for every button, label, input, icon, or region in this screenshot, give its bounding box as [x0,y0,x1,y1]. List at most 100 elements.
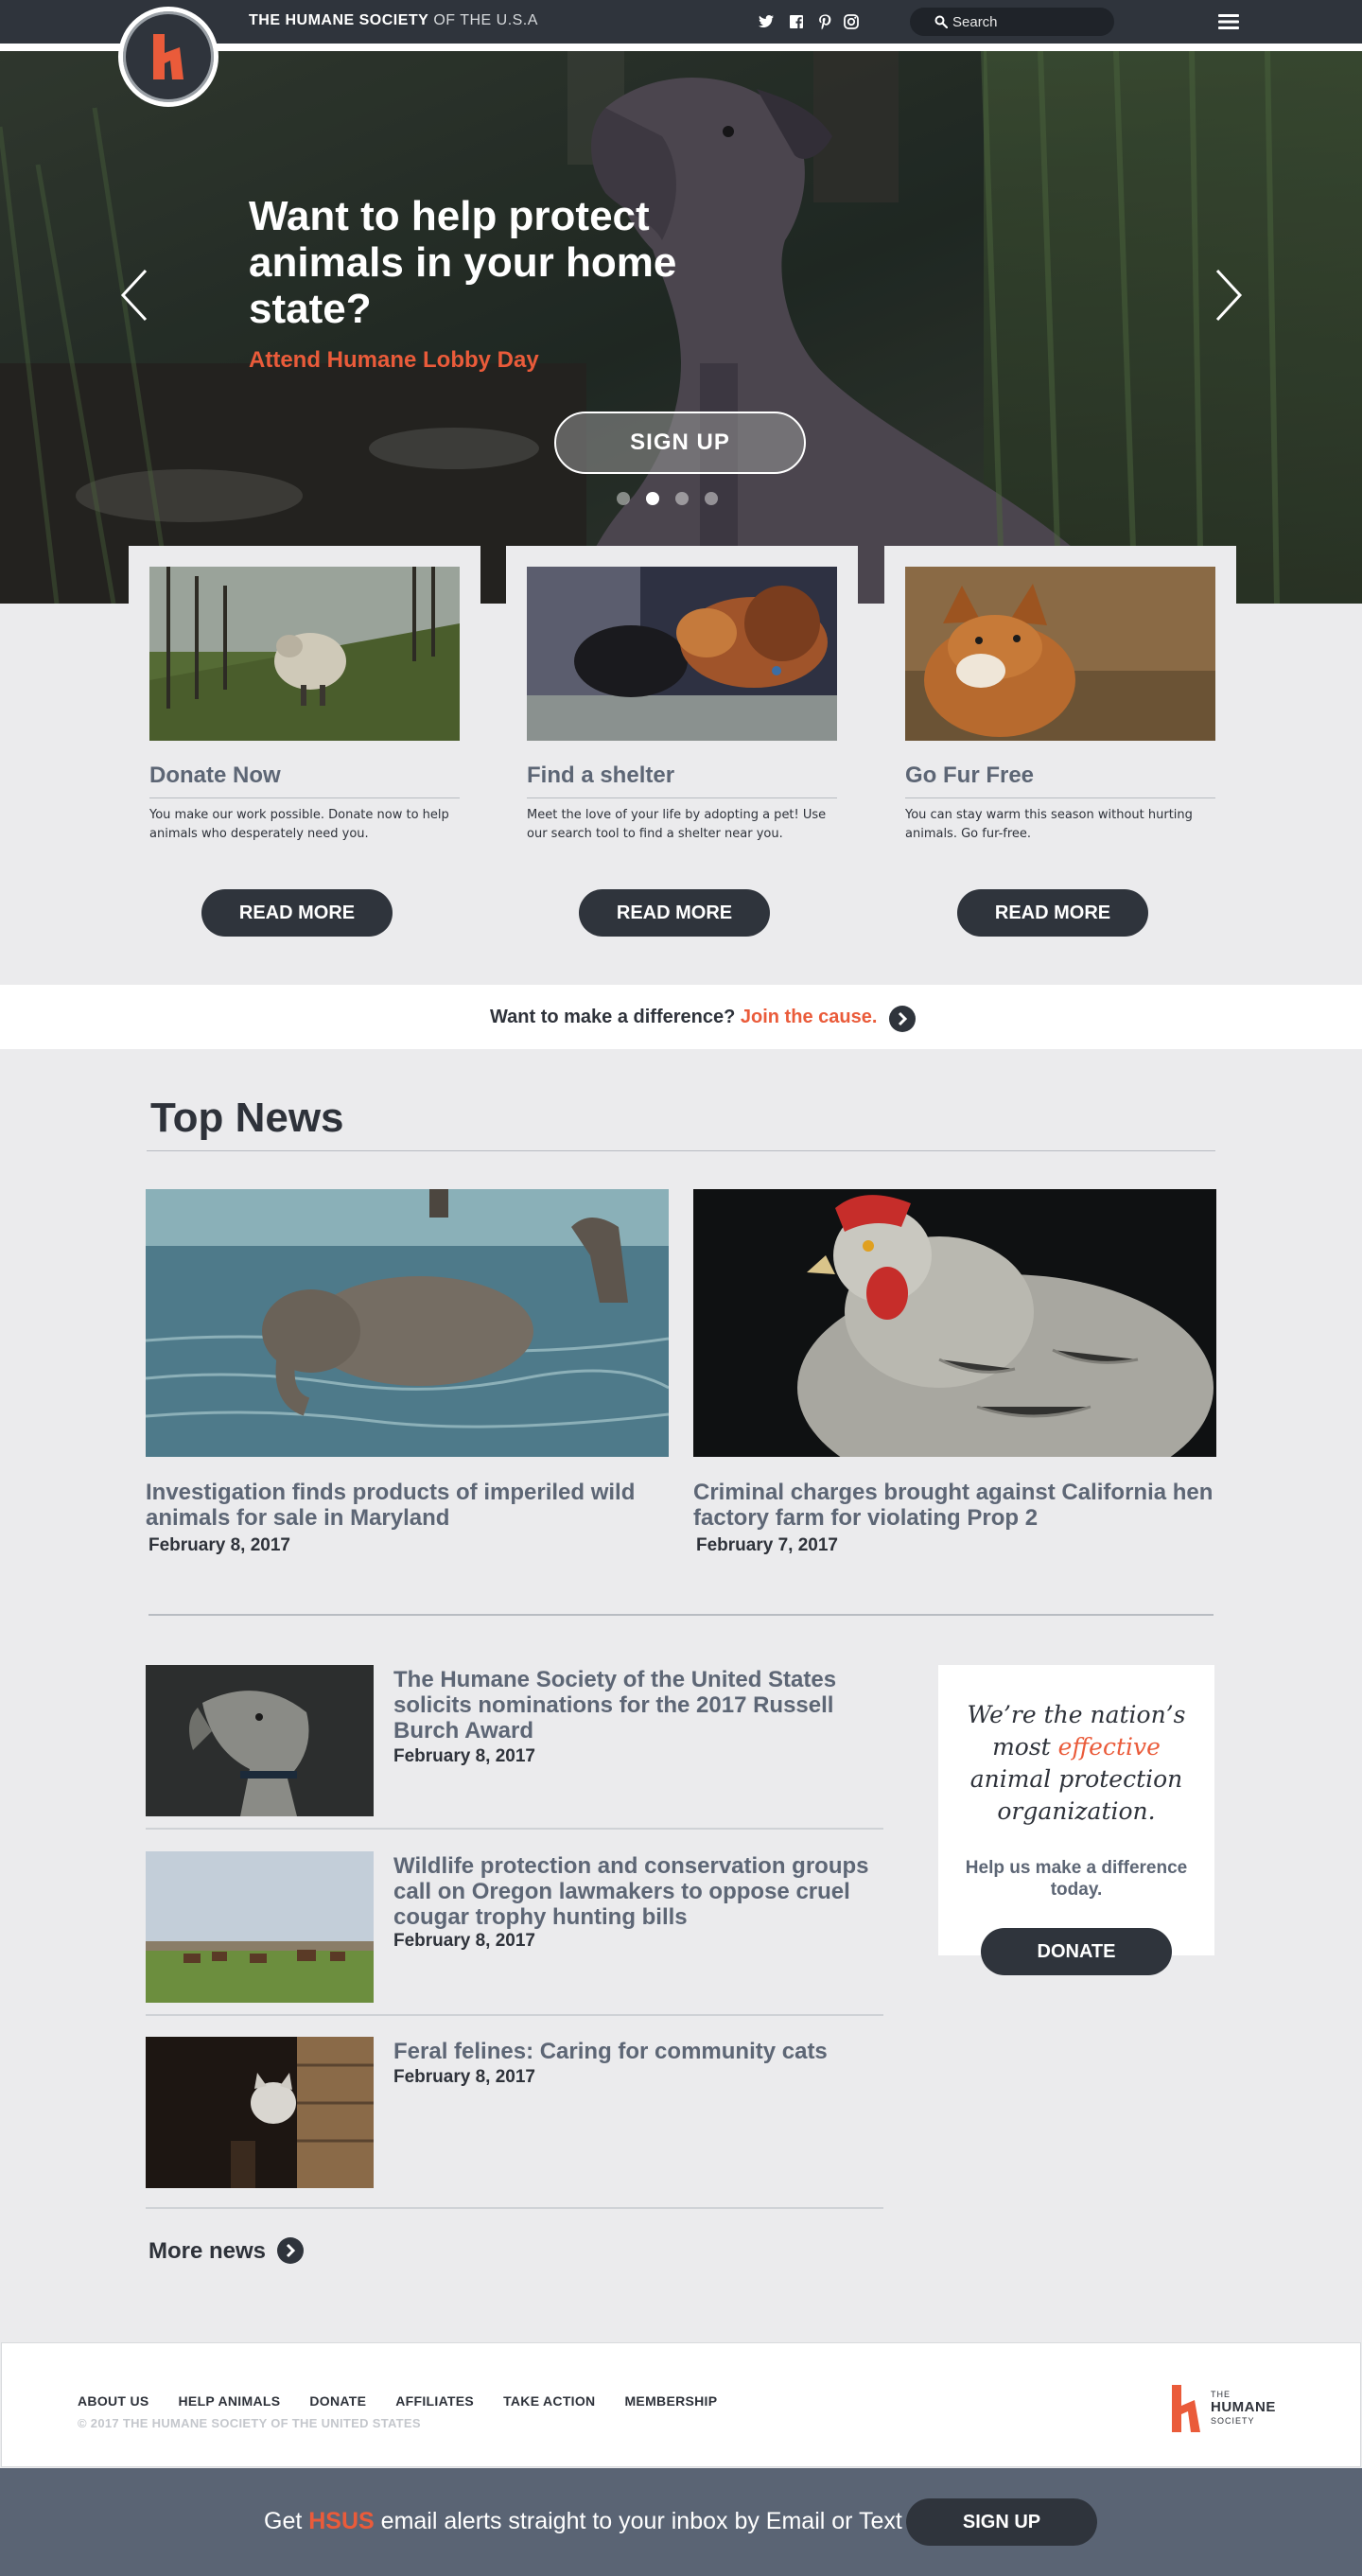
brand-the: THE [249,12,281,28]
news-list-divider [146,2014,883,2016]
card-text: You make our work possible. Donate now t… [149,808,449,841]
promo-line-4: organization. [997,1797,1156,1825]
news-list-item-3[interactable]: Feral felines: Caring for community cats… [146,2037,883,2188]
hero-title: Want to help protect animals in your hom… [249,193,677,332]
carousel-prev-arrow-icon[interactable] [120,269,148,322]
instagram-icon[interactable] [842,12,861,31]
weimaraner-image[interactable] [146,1665,374,1816]
hero-subtitle-link[interactable]: Attend Humane Lobby Day [249,347,539,374]
carousel-next-arrow-icon[interactable] [1214,269,1243,322]
promo-line-2-pre: most [992,1733,1058,1761]
top-news-heading: Top News [150,1095,344,1141]
card-divider [905,797,1215,798]
promo-statement: We’re the nation’s most effective animal… [938,1699,1214,1828]
more-news-arrow-button[interactable] [277,2237,304,2264]
chevron-right-icon [898,1011,908,1026]
news-title-link[interactable]: Wildlife protection and conservation gro… [393,1853,885,1930]
card-title: Go Fur Free [905,762,1035,788]
top-news-divider [147,1150,1215,1151]
email-text-pre: Get [264,2508,309,2534]
card-text: You can stay warm this season without hu… [905,808,1193,841]
facebook-icon[interactable] [787,12,806,31]
card-divider [149,797,460,798]
hsus-logo-icon [153,34,183,79]
email-text-hsus: HSUS [308,2508,375,2534]
footer-link-affiliates[interactable]: AFFILIATES [395,2393,474,2409]
cat-image[interactable] [146,2037,374,2188]
footer-logo-society: SOCIETY [1211,2416,1255,2426]
news-list-divider [146,1828,883,1830]
read-more-button[interactable]: READ MORE [957,889,1148,937]
twitter-icon[interactable] [757,12,776,31]
email-signup-button[interactable]: SIGN UP [906,2498,1097,2546]
hero-carousel: Want to help protect animals in your hom… [0,51,1362,604]
search-box[interactable] [910,8,1114,36]
news-title-link[interactable]: Feral felines: Caring for community cats [393,2039,885,2064]
donate-button[interactable]: DONATE [981,1928,1172,1975]
footer-link-donate[interactable]: DONATE [309,2393,366,2409]
news-date: February 7, 2017 [696,1535,838,1555]
donate-promo: We’re the nation’s most effective animal… [938,1665,1214,1955]
hero-signup-button[interactable]: SIGN UP [554,412,806,474]
search-input[interactable] [952,12,1104,31]
join-cause-link[interactable]: Join the cause. [741,1007,878,1027]
carousel-dot-3[interactable] [675,492,689,505]
email-alerts-band: Get HSUS email alerts straight to your i… [0,2468,1362,2576]
fox-image [905,567,1215,741]
join-cause-arrow-button[interactable] [889,1006,916,1032]
news-date: February 8, 2017 [148,1535,290,1555]
chevron-right-icon [286,2243,296,2258]
footer-logo-the: THE [1211,2390,1231,2399]
dog-and-cat-image [527,567,837,741]
carousel-dots [617,492,718,505]
sheep-image [149,567,460,741]
news-section-divider [148,1614,1214,1616]
carousel-dot-4[interactable] [705,492,718,505]
footer-link-about-us[interactable]: ABOUT US [78,2393,149,2409]
news-title-link[interactable]: Criminal charges brought against Califor… [693,1480,1216,1531]
promo-subtext: Help us make a difference today. [965,1858,1188,1900]
card-title: Donate Now [149,762,281,788]
footer-link-membership[interactable]: MEMBERSHIP [624,2393,717,2409]
join-prompt: Want to make a difference? [490,1007,736,1027]
search-icon [934,15,948,28]
elephant-image[interactable] [146,1189,669,1457]
footer-link-help-animals[interactable]: HELP ANIMALS [179,2393,281,2409]
read-more-button[interactable]: READ MORE [201,889,393,937]
news-date: February 8, 2017 [393,1931,535,1951]
footer: ABOUT US HELP ANIMALS DONATE AFFILIATES … [1,2342,1361,2467]
brand-rest: OF THE U.S.A [433,12,538,28]
footer-logo[interactable]: THE HUMANE SOCIETY [1168,2381,1282,2434]
news-date: February 8, 2017 [393,2067,535,2087]
pinterest-icon[interactable] [815,12,834,31]
card-divider [527,797,837,798]
footer-link-take-action[interactable]: TAKE ACTION [503,2393,595,2409]
promo-line-1: We’re the nation’s [967,1701,1186,1728]
promo-line-2: most effective [938,1731,1214,1763]
card-title: Find a shelter [527,762,675,788]
horses-image[interactable] [146,1851,374,2003]
news-list-item-1[interactable]: The Humane Society of the United States … [146,1665,883,1816]
email-text-post: email alerts straight to your inbox by E… [374,2508,902,2534]
card-text: Meet the love of your life by adopting a… [527,808,827,841]
footer-logo-humane: HUMANE [1211,2399,1276,2415]
promo-line-3: animal protection [969,1765,1183,1793]
news-list-item-2[interactable]: Wildlife protection and conservation gro… [146,1851,883,2003]
hsus-logo-icon [1172,2385,1200,2432]
brand-name: HUMANE SOCIETY [285,12,429,28]
news-title-link[interactable]: Investigation finds products of imperile… [146,1480,669,1531]
promo-highlight: effective [1057,1733,1161,1761]
brand-wordmark[interactable]: THE HUMANE SOCIETY OF THE U.S.A [249,12,538,29]
join-text: Want to make a difference? Join the caus… [490,1007,877,1028]
footer-copyright: © 2017 THE HUMANE SOCIETY OF THE UNITED … [78,2416,421,2430]
menu-icon[interactable] [1218,13,1239,30]
email-alerts-text: Get HSUS email alerts straight to your i… [264,2508,902,2535]
news-title-link[interactable]: The Humane Society of the United States … [393,1667,885,1744]
carousel-dot-1[interactable] [617,492,630,505]
read-more-button[interactable]: READ MORE [579,889,770,937]
site-logo[interactable] [118,7,218,107]
hen-image[interactable] [693,1189,1216,1457]
carousel-dot-2[interactable] [646,492,659,505]
footer-nav: ABOUT US HELP ANIMALS DONATE AFFILIATES … [78,2393,717,2409]
more-news-link[interactable]: More news [148,2238,266,2265]
